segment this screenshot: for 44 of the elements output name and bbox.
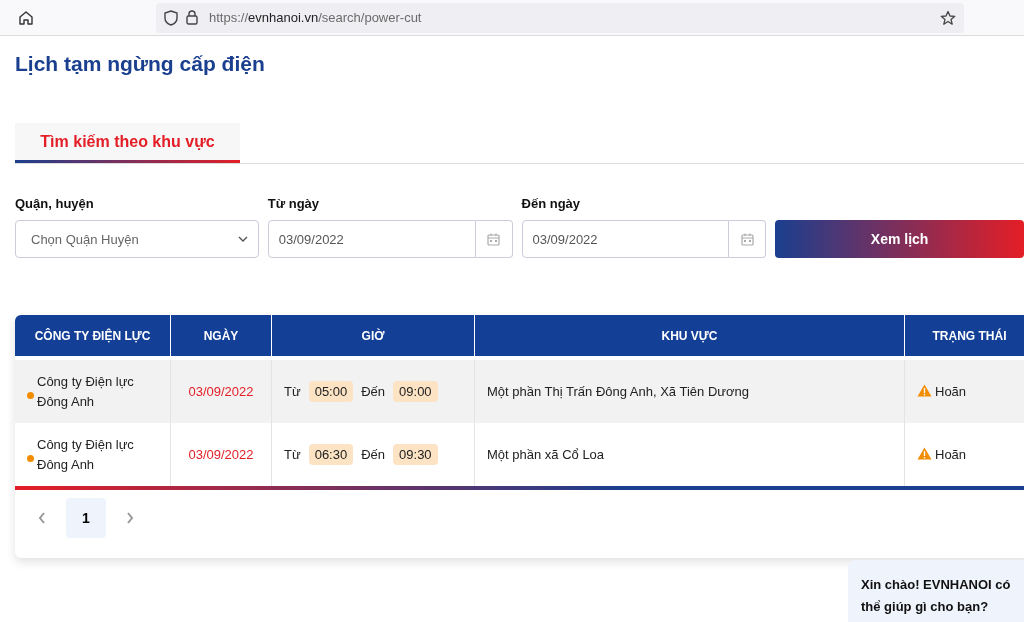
time-chip: 09:00 (393, 381, 438, 402)
column-header: NGÀY (170, 315, 272, 358)
field-label: Quận, huyện (15, 196, 95, 211)
field-label: Đến ngày (521, 196, 582, 211)
star-icon[interactable] (940, 9, 956, 26)
time-label: Từ (284, 447, 301, 462)
home-icon[interactable] (18, 9, 34, 26)
status-text: Hoãn (935, 447, 967, 462)
chevron-down-icon (237, 236, 248, 242)
column-header: TRẠNG THÁI (904, 315, 1024, 358)
district-dropdown[interactable]: Chọn Quận Huyện (15, 220, 259, 258)
time-chip: 06:30 (308, 444, 354, 465)
time-chip: 05:00 (308, 381, 354, 402)
chat-message: Xin chào! EVNHANOI có thể giúp gì cho bạn? (861, 577, 1011, 614)
area-text: Một phần Thị Trấn Đông Anh, Xã Tiên Dương (487, 384, 749, 399)
url-text: https://evnhanoi.vn/search/power-cut (209, 10, 422, 25)
field-label: Từ ngày (267, 196, 321, 211)
page-title: Lịch tạm ngừng cấp điện (15, 52, 266, 77)
date-text: 03/09/2022 (188, 384, 254, 399)
date-input[interactable]: 03/09/2022 (521, 220, 730, 258)
lock-icon[interactable] (186, 10, 198, 25)
column-header: KHU VỰC (474, 315, 905, 358)
warning-icon (917, 384, 932, 397)
column-header: GIỜ (271, 315, 475, 358)
view-schedule-button[interactable]: Xem lịch (775, 220, 1024, 258)
time-chip: 09:30 (393, 444, 438, 465)
tab[interactable]: Tìm kiếm theo khu vực (15, 123, 240, 163)
area-text: Một phần xã Cổ Loa (487, 447, 605, 462)
column-header: CÔNG TY ĐIỆN LỰC (15, 315, 171, 358)
page-button[interactable]: 1 (66, 498, 106, 538)
shield-icon[interactable] (164, 9, 178, 26)
date-input[interactable]: 03/09/2022 (267, 220, 476, 258)
status-text: Hoãn (935, 384, 967, 399)
time-label: Đến (361, 384, 386, 399)
date-text: 03/09/2022 (188, 447, 254, 462)
chat-bubble[interactable]: Xin chào! EVNHANOI có thể giúp gì cho bạn? (848, 560, 1024, 622)
time-label: Đến (361, 447, 386, 462)
time-label: Từ (284, 384, 301, 399)
company-name: Công ty Điện lực Đông Anh (37, 372, 135, 411)
company-name: Công ty Điện lực Đông Anh (37, 435, 135, 474)
next-page-icon[interactable] (126, 512, 134, 524)
previous-page-icon[interactable] (38, 512, 46, 524)
address-bar[interactable]: https://evnhanoi.vn/search/power-cut (156, 2, 964, 33)
warning-icon (917, 447, 932, 460)
